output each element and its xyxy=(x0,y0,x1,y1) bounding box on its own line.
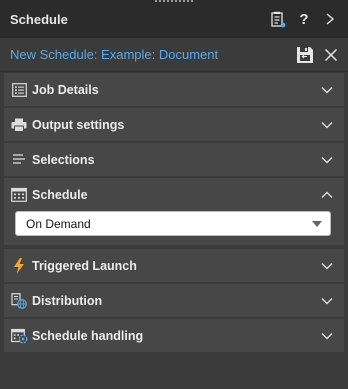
dropdown-arrow-icon[interactable] xyxy=(312,220,322,227)
chevron-down-icon[interactable] xyxy=(320,259,334,273)
collapse-panel-icon[interactable] xyxy=(320,9,340,29)
section-label: Selections xyxy=(32,152,95,167)
section-label: Job Details xyxy=(32,82,99,97)
section-label: Output settings xyxy=(32,117,125,132)
chevron-down-icon[interactable] xyxy=(320,153,334,167)
chevron-down-icon[interactable] xyxy=(320,83,334,97)
chevron-down-icon[interactable] xyxy=(320,294,334,308)
calendar-icon xyxy=(10,186,28,204)
panel-empty-area xyxy=(0,352,348,389)
distribution-icon xyxy=(10,292,28,310)
schedule-subheader: New Schedule: Example: Document xyxy=(0,38,348,72)
selections-icon xyxy=(10,151,28,169)
schedule-name: New Schedule: Example: Document xyxy=(10,47,219,62)
schedule-type-select[interactable]: On Demand xyxy=(15,211,331,236)
section-job-details[interactable]: Job Details xyxy=(4,73,344,106)
section-schedule-handling[interactable]: Schedule handling xyxy=(4,319,344,352)
chevron-down-icon[interactable] xyxy=(320,329,334,343)
section-output-settings[interactable]: Output settings xyxy=(4,108,344,141)
panel-header: Schedule ? xyxy=(0,0,348,38)
chevron-up-icon[interactable] xyxy=(320,188,334,202)
schedule-type-value: On Demand xyxy=(26,216,91,231)
chevron-down-icon[interactable] xyxy=(320,118,334,132)
notepad-icon[interactable] xyxy=(268,9,288,29)
list-icon xyxy=(10,81,28,99)
schedule-section-body: On Demand xyxy=(4,207,344,245)
section-label: Schedule xyxy=(32,187,88,202)
close-icon[interactable] xyxy=(320,44,342,66)
panel-title: Schedule xyxy=(10,11,68,27)
section-label: Schedule handling xyxy=(32,328,144,343)
section-label: Triggered Launch xyxy=(32,258,137,273)
drag-handle[interactable] xyxy=(155,0,193,3)
section-label: Distribution xyxy=(32,293,103,308)
help-button[interactable]: ? xyxy=(294,9,314,29)
section-distribution[interactable]: Distribution xyxy=(4,284,344,317)
printer-icon xyxy=(10,116,28,134)
schedule-panel: Schedule ? New Schedule: Example: Docume… xyxy=(0,0,348,389)
schedule-settings-icon xyxy=(10,327,28,345)
lightning-icon xyxy=(10,257,28,275)
section-triggered-launch[interactable]: Triggered Launch xyxy=(4,249,344,282)
save-icon[interactable] xyxy=(294,44,316,66)
section-selections[interactable]: Selections xyxy=(4,143,344,176)
